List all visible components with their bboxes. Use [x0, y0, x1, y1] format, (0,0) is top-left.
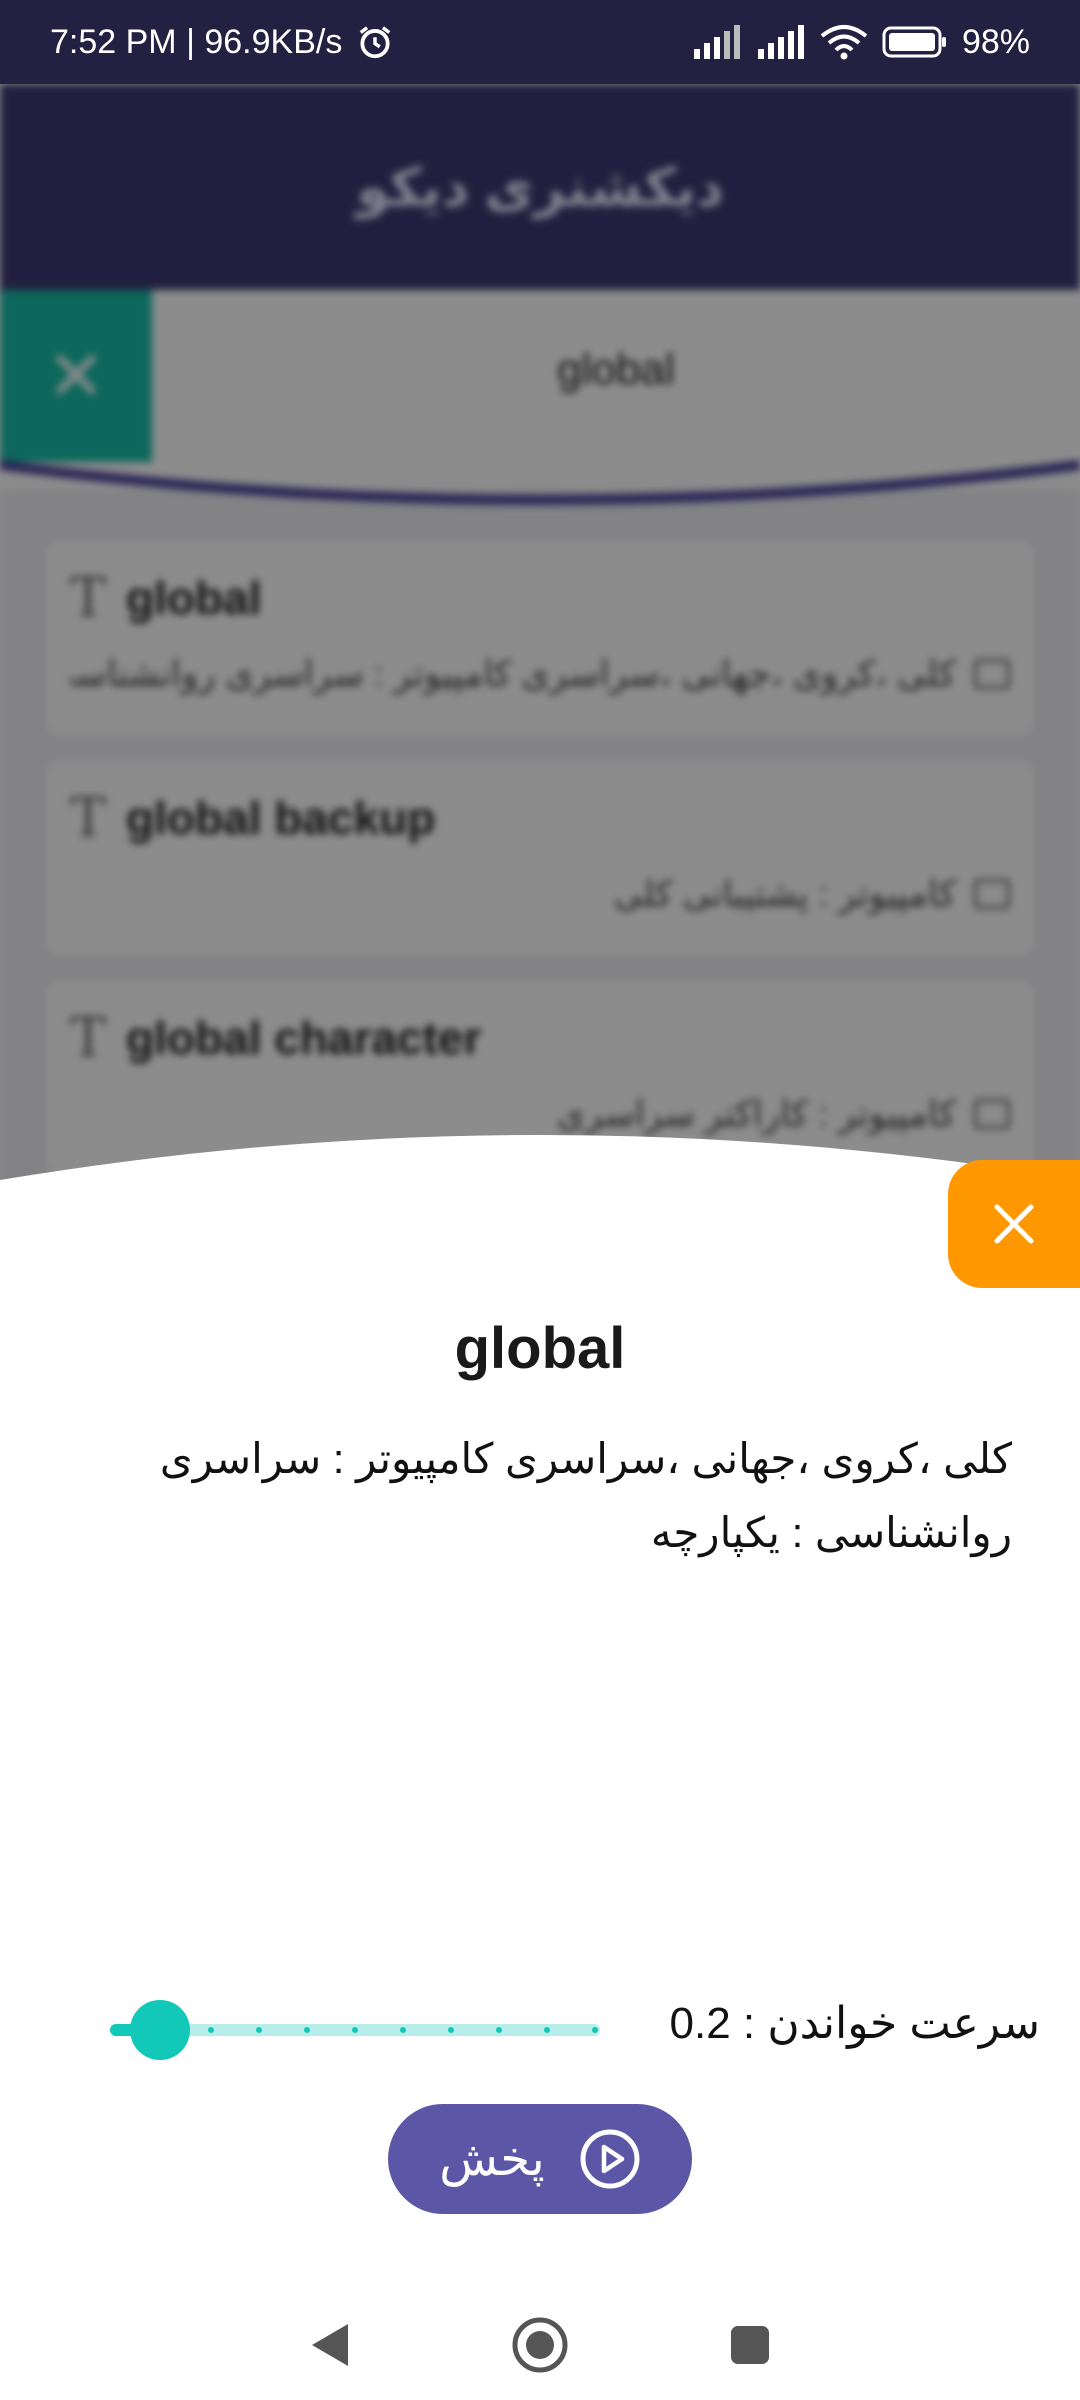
- recents-button[interactable]: [720, 2315, 780, 2375]
- slider-tick: [592, 2027, 598, 2033]
- scrim[interactable]: [0, 84, 1080, 1234]
- word-title: global: [454, 1316, 626, 1381]
- speed-label: سرعت خواندن : 0.2: [669, 1999, 1040, 2048]
- signal-icon: [756, 25, 806, 59]
- back-button[interactable]: [300, 2315, 360, 2375]
- play-label: پخش: [439, 2133, 545, 2186]
- battery-level: 98%: [961, 22, 1030, 61]
- word-meaning: کلی ،کروی ،جهانی ،سراسری کامپیوتر : سراس…: [159, 1435, 1012, 1556]
- slider-tick: [544, 2027, 550, 2033]
- speed-control: سرعت خواندن : 0.2: [100, 1990, 1040, 2070]
- play-button[interactable]: پخش: [388, 2104, 692, 2214]
- slider-tick: [496, 2027, 502, 2033]
- slider-tick: [448, 2027, 454, 2033]
- recents-icon: [731, 2326, 769, 2364]
- home-button[interactable]: [510, 2315, 570, 2375]
- speed-slider[interactable]: [110, 1990, 610, 2070]
- slider-tick: [256, 2027, 262, 2033]
- close-sheet-button[interactable]: [948, 1160, 1080, 1288]
- battery-icon: [882, 25, 948, 59]
- home-icon: [512, 2317, 568, 2373]
- alarm-icon: [356, 23, 394, 61]
- close-icon: [994, 1204, 1034, 1244]
- signal-icon: [692, 25, 742, 59]
- slider-thumb[interactable]: [130, 2000, 190, 2060]
- slider-tick: [304, 2027, 310, 2033]
- slider-tick: [352, 2027, 358, 2033]
- slider-tick: [400, 2027, 406, 2033]
- back-icon: [312, 2324, 348, 2366]
- navigation-bar: [0, 2290, 1080, 2400]
- status-time: 7:52 PM | 96.9KB/s: [50, 22, 343, 61]
- slider-tick: [208, 2027, 214, 2033]
- status-bar: 7:52 PM | 96.9KB/s 98%: [0, 0, 1080, 84]
- wifi-icon: [820, 24, 868, 60]
- play-circle-icon: [580, 2129, 640, 2189]
